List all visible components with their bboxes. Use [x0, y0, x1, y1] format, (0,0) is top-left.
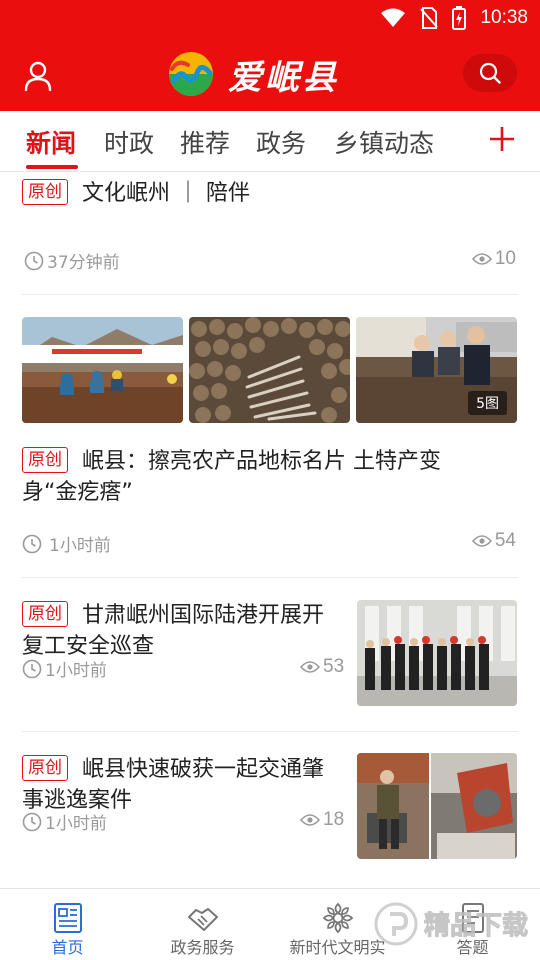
- news-image-mushrooms: [189, 317, 350, 423]
- active-tab-indicator: [26, 165, 78, 169]
- eye-icon: [300, 814, 320, 826]
- news-image-safety-patrol: [357, 600, 517, 706]
- battery-charging-icon: [452, 6, 467, 30]
- handshake-icon: [187, 908, 218, 931]
- news-item[interactable]: 原创 岷县快速破获一起交通肇事逃逸案件 1小时前 18: [0, 732, 540, 888]
- app-header: 10:38 爱岷县: [0, 0, 540, 111]
- plus-icon: [490, 127, 514, 151]
- news-meta: 1小时前: [22, 809, 107, 834]
- news-title: 原创 文化岷州 ｜ 陪伴: [22, 178, 518, 209]
- original-badge: 原创: [22, 179, 68, 205]
- publish-time: 37分钟前: [47, 253, 120, 273]
- flower-icon: [322, 902, 353, 934]
- tab-recommend[interactable]: 推荐: [180, 124, 230, 160]
- search-button[interactable]: [463, 54, 517, 92]
- view-count: 54: [471, 530, 516, 552]
- news-meta: 1小时前: [22, 531, 111, 556]
- image-count-badge: 5图: [468, 391, 507, 415]
- add-channel-button[interactable]: [486, 121, 518, 157]
- app-name: 爱岷县: [228, 57, 339, 98]
- nav-home[interactable]: 首页: [0, 889, 135, 960]
- news-item[interactable]: 5图 原创 岷县：擦亮农产品地标名片 土特产变身“金疙瘩” 1小时前 54: [0, 295, 540, 577]
- news-title: 原创 岷县快速破获一起交通肇事逃逸案件: [22, 754, 342, 816]
- nav-government-services-label: 政务服务: [170, 938, 235, 957]
- status-time: 10:38: [480, 7, 528, 28]
- nav-government-services[interactable]: 政务服务: [135, 889, 270, 960]
- no-sim-icon: [420, 7, 439, 29]
- news-feed: 原创 文化岷州 ｜ 陪伴 37分钟前 10 5图 原创 岷县：擦亮农产品地标名片…: [0, 172, 540, 888]
- channel-tabs: 新闻 时政 推荐 政务 乡镇动态: [0, 111, 540, 172]
- wifi-icon: [381, 8, 406, 27]
- download-site-watermark: 精品下载: [372, 896, 540, 952]
- original-badge: 原创: [22, 601, 68, 627]
- view-count: 53: [300, 656, 344, 678]
- news-title-text: 文化岷州 ｜ 陪伴: [82, 181, 250, 206]
- news-list-icon: [53, 903, 82, 933]
- news-title: 原创 甘肃岷州国际陆港开展开复工安全巡查: [22, 600, 342, 662]
- view-count-value: 54: [494, 530, 516, 551]
- news-image-hit-and-run: [357, 753, 517, 859]
- view-count-value: 18: [323, 809, 345, 830]
- publish-time: 1小时前: [45, 814, 107, 834]
- clock-icon: [22, 812, 42, 831]
- view-count-value: 10: [494, 248, 516, 269]
- watermark-text: 精品下载: [424, 911, 528, 941]
- nav-home-label: 首页: [51, 938, 84, 957]
- clock-icon: [24, 251, 44, 270]
- original-badge: 原创: [22, 755, 68, 781]
- app-logo: 爱岷县: [168, 49, 339, 99]
- news-item[interactable]: 原创 文化岷州 ｜ 陪伴 37分钟前 10: [0, 172, 540, 295]
- tab-news[interactable]: 新闻: [26, 124, 76, 160]
- user-icon: [24, 61, 52, 92]
- original-badge: 原创: [22, 447, 68, 473]
- news-image-field-workers: [22, 317, 183, 423]
- eye-icon: [471, 535, 492, 547]
- news-image-inspection: 5图: [356, 317, 517, 423]
- view-count-value: 53: [323, 656, 345, 677]
- tab-politics[interactable]: 时政: [104, 124, 154, 160]
- news-title-text: 岷县：擦亮农产品地标名片 土特产变身“金疙瘩”: [22, 449, 441, 505]
- tab-overflow-fade: [440, 111, 474, 171]
- clock-icon: [22, 534, 42, 553]
- eye-icon: [471, 253, 492, 265]
- news-item[interactable]: 原创 甘肃岷州国际陆港开展开复工安全巡查 1小时前 53: [0, 578, 540, 731]
- tab-township-news[interactable]: 乡镇动态: [334, 124, 434, 160]
- header-bar: 爱岷县: [0, 40, 540, 108]
- view-count: 10: [471, 248, 516, 270]
- eye-icon: [300, 661, 320, 673]
- clock-icon: [22, 659, 42, 678]
- user-profile-button[interactable]: [20, 58, 56, 94]
- news-meta: 1小时前: [22, 656, 107, 681]
- status-bar: 10:38: [380, 6, 528, 30]
- news-title: 原创 岷县：擦亮农产品地标名片 土特产变身“金疙瘩”: [22, 446, 492, 508]
- news-meta: 37分钟前: [24, 248, 120, 273]
- search-icon: [479, 62, 501, 84]
- publish-time: 1小时前: [45, 661, 107, 681]
- tab-government-affairs[interactable]: 政务: [256, 124, 306, 160]
- publish-time: 1小时前: [49, 536, 111, 556]
- view-count: 18: [300, 809, 344, 831]
- logo-mark-icon: [169, 52, 213, 96]
